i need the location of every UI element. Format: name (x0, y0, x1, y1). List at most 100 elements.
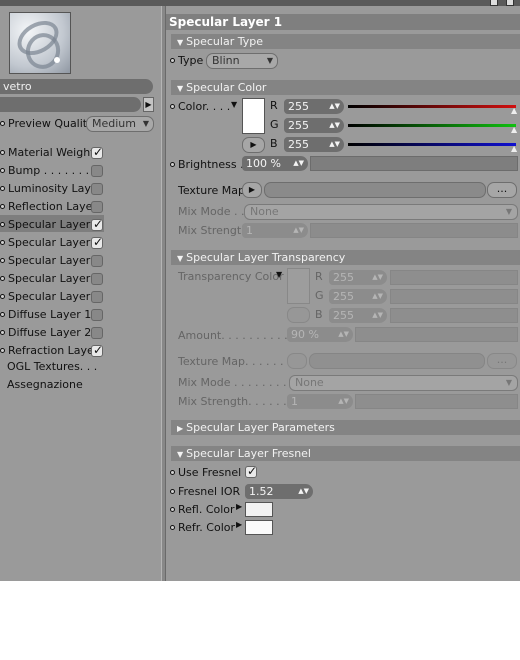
texture-map-arrow-button[interactable]: ▶ (242, 182, 262, 198)
tr-b-slider[interactable] (390, 308, 518, 323)
channel-checkbox[interactable] (91, 343, 103, 357)
channel-item[interactable]: Reflection Layer (0, 198, 97, 216)
amount-field[interactable]: 90 % ▲▼ (287, 327, 353, 342)
material-preview-thumbnail[interactable] (9, 12, 71, 74)
tr-texture-map-field[interactable] (309, 353, 485, 369)
channel-checkbox[interactable] (91, 145, 103, 159)
b-value-field[interactable]: 255 ▲▼ (284, 137, 344, 152)
material-name-field[interactable]: vetro (0, 79, 153, 94)
channel-item[interactable]: Specular Layer 4 (0, 270, 101, 288)
b-slider-handle[interactable]: ▲ (511, 144, 517, 153)
channel-checkbox[interactable] (91, 165, 103, 177)
animate-dot-icon[interactable] (0, 330, 5, 335)
channel-item[interactable]: Diffuse Layer 2 (0, 324, 91, 342)
spinner-arrows-icon[interactable]: ▲▼ (293, 156, 304, 171)
spinner-arrows-icon[interactable]: ▲▼ (338, 394, 349, 409)
texture-map-field[interactable] (264, 182, 486, 198)
tr-g-slider[interactable] (390, 289, 518, 304)
animate-dot-icon[interactable] (0, 294, 5, 299)
channel-item[interactable]: Diffuse Layer 1 (0, 306, 91, 324)
color-menu-triangle-icon[interactable]: ▼ (231, 100, 237, 109)
spinner-arrows-icon[interactable]: ▲▼ (372, 289, 383, 304)
channel-item[interactable]: Specular Layer 1 (0, 216, 101, 234)
preview-quality-select[interactable]: Medium ▼ (86, 116, 154, 132)
section-specular-type[interactable]: ▼ Specular Type (171, 34, 520, 49)
animate-dot-icon[interactable] (0, 204, 5, 209)
transparency-color-menu-icon[interactable]: ▼ (276, 270, 282, 279)
tr-g-field[interactable]: 255 ▲▼ (329, 289, 387, 304)
spinner-arrows-icon[interactable]: ▲▼ (338, 327, 349, 342)
use-fresnel-checkbox[interactable] (245, 464, 257, 478)
animate-dot-icon[interactable] (0, 168, 5, 173)
transparency-color-swatch[interactable] (287, 268, 310, 304)
g-value-field[interactable]: 255 ▲▼ (284, 118, 344, 133)
channel-item[interactable]: Luminosity Layer (0, 180, 102, 198)
animate-dot-icon[interactable] (0, 150, 5, 155)
refr-color-swatch[interactable] (245, 520, 273, 535)
mix-strength-field[interactable]: 1 ▲▼ (242, 223, 308, 238)
animate-dot-icon[interactable] (0, 312, 5, 317)
channel-checkbox[interactable] (91, 201, 103, 213)
spinner-arrows-icon[interactable]: ▲▼ (329, 118, 340, 133)
channel-checkbox[interactable] (91, 255, 103, 267)
channel-checkbox[interactable] (91, 327, 103, 339)
refl-color-swatch[interactable] (245, 502, 273, 517)
tr-texture-map-arrow-button[interactable] (287, 353, 307, 369)
amount-slider[interactable] (355, 327, 518, 342)
r-slider[interactable] (348, 105, 516, 108)
animate-dot-icon[interactable] (0, 258, 5, 263)
mix-strength-slider[interactable] (310, 223, 518, 238)
channel-item[interactable]: Bump . . . . . . . . . (0, 162, 103, 180)
b-slider[interactable] (348, 143, 516, 146)
tr-b-field[interactable]: 255 ▲▼ (329, 308, 387, 323)
transparency-color-arrow-button[interactable] (287, 307, 310, 323)
specular-color-swatch[interactable] (242, 98, 265, 134)
spinner-arrows-icon[interactable]: ▲▼ (372, 270, 383, 285)
animate-dot-icon[interactable] (0, 348, 5, 353)
animate-dot-icon[interactable] (170, 525, 175, 530)
animate-dot-icon[interactable] (0, 186, 5, 191)
spinner-arrows-icon[interactable]: ▲▼ (293, 223, 304, 238)
assignment-item[interactable]: Assegnazione (7, 376, 83, 394)
channel-item[interactable]: Specular Layer 2 (0, 234, 101, 252)
expand-arrow-button[interactable]: ▶ (143, 97, 154, 112)
animate-dot-icon[interactable] (170, 507, 175, 512)
animate-dot-icon[interactable] (170, 489, 175, 494)
mix-mode-select[interactable]: None ▼ (244, 204, 518, 220)
animate-dot-icon[interactable] (170, 104, 175, 109)
channel-checkbox[interactable] (91, 183, 103, 195)
tr-mix-strength-field[interactable]: 1 ▲▼ (287, 394, 353, 409)
type-select[interactable]: Blinn ▼ (206, 53, 278, 69)
section-specular-fresnel[interactable]: ▼ Specular Layer Fresnel (171, 446, 520, 461)
brightness-field[interactable]: 100 % ▲▼ (242, 156, 308, 171)
section-specular-transparency[interactable]: ▼ Specular Layer Transparency (171, 250, 520, 265)
refr-color-menu-icon[interactable]: ▶ (236, 520, 242, 529)
tr-r-field[interactable]: 255 ▲▼ (329, 270, 387, 285)
animate-dot-icon[interactable] (0, 222, 5, 227)
g-slider-handle[interactable]: ▲ (511, 125, 517, 134)
animate-dot-icon[interactable] (0, 276, 5, 281)
animate-dot-icon[interactable] (170, 470, 175, 475)
spinner-arrows-icon[interactable]: ▲▼ (329, 137, 340, 152)
spinner-arrows-icon[interactable]: ▲▼ (329, 99, 340, 114)
brightness-slider[interactable] (310, 156, 518, 171)
r-slider-handle[interactable]: ▲ (511, 106, 517, 115)
channel-checkbox[interactable] (91, 309, 103, 321)
spinner-arrows-icon[interactable]: ▲▼ (298, 484, 309, 499)
texture-map-browse-button[interactable]: ... (487, 182, 517, 198)
section-specular-color[interactable]: ▼ Specular Color (171, 80, 520, 95)
channel-checkbox[interactable] (91, 291, 103, 303)
r-value-field[interactable]: 255 ▲▼ (284, 99, 344, 114)
animate-dot-icon[interactable] (170, 58, 175, 63)
channel-item[interactable]: Specular Layer 3 (0, 252, 101, 270)
color-picker-arrow-button[interactable]: ▶ (242, 137, 265, 153)
animate-dot-icon[interactable] (0, 240, 5, 245)
channel-item[interactable]: Material Weight (0, 144, 95, 162)
channel-checkbox[interactable] (91, 273, 103, 285)
animate-dot-icon[interactable] (170, 162, 175, 167)
channel-item[interactable]: Specular Layer 5 (0, 288, 101, 306)
animate-dot-icon[interactable] (0, 121, 5, 126)
tr-r-slider[interactable] (390, 270, 518, 285)
g-slider[interactable] (348, 124, 516, 127)
tr-mix-strength-slider[interactable] (355, 394, 518, 409)
